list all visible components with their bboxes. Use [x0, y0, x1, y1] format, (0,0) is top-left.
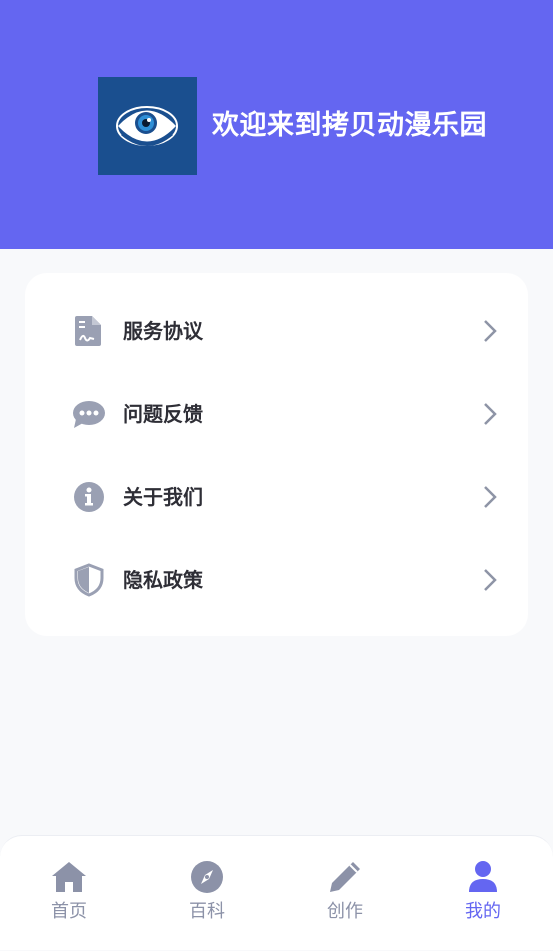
- tab-encyclopedia[interactable]: 百科: [138, 836, 276, 951]
- tab-label: 创作: [327, 901, 363, 922]
- menu-item-label: 隐私政策: [123, 568, 203, 592]
- chat-bubble-icon: [72, 397, 106, 431]
- info-circle-icon: [72, 480, 106, 514]
- chevron-right-icon: [480, 318, 500, 344]
- tab-home[interactable]: 首页: [0, 836, 138, 951]
- chevron-right-icon: [480, 401, 500, 427]
- bottom-tab-bar: 首页 百科 创作 我的: [0, 835, 553, 950]
- pencil-icon: [326, 858, 364, 896]
- menu-item-feedback[interactable]: 问题反馈: [25, 373, 528, 456]
- tab-label: 我的: [465, 901, 501, 922]
- menu-item-label: 服务协议: [123, 319, 203, 343]
- chevron-right-icon: [480, 484, 500, 510]
- tab-create[interactable]: 创作: [276, 836, 414, 951]
- menu-item-about-us[interactable]: 关于我们: [25, 456, 528, 539]
- tab-label: 百科: [189, 901, 225, 922]
- user-icon: [464, 858, 502, 896]
- document-icon: [72, 314, 106, 348]
- shield-icon: [72, 563, 106, 597]
- menu-item-label: 问题反馈: [123, 402, 203, 426]
- menu-card: 服务协议 问题反馈 关于我们 隐私政策: [25, 273, 528, 636]
- menu-item-label: 关于我们: [123, 485, 203, 509]
- tab-label: 首页: [51, 901, 87, 922]
- eye-logo-icon: [98, 77, 197, 175]
- menu-item-service-agreement[interactable]: 服务协议: [25, 290, 528, 373]
- home-icon: [50, 858, 88, 896]
- tab-mine[interactable]: 我的: [414, 836, 552, 951]
- compass-icon: [188, 858, 226, 896]
- welcome-title: 欢迎来到拷贝动漫乐园: [212, 110, 487, 141]
- menu-item-privacy-policy[interactable]: 隐私政策: [25, 539, 528, 622]
- header: 欢迎来到拷贝动漫乐园: [0, 0, 553, 249]
- chevron-right-icon: [480, 567, 500, 593]
